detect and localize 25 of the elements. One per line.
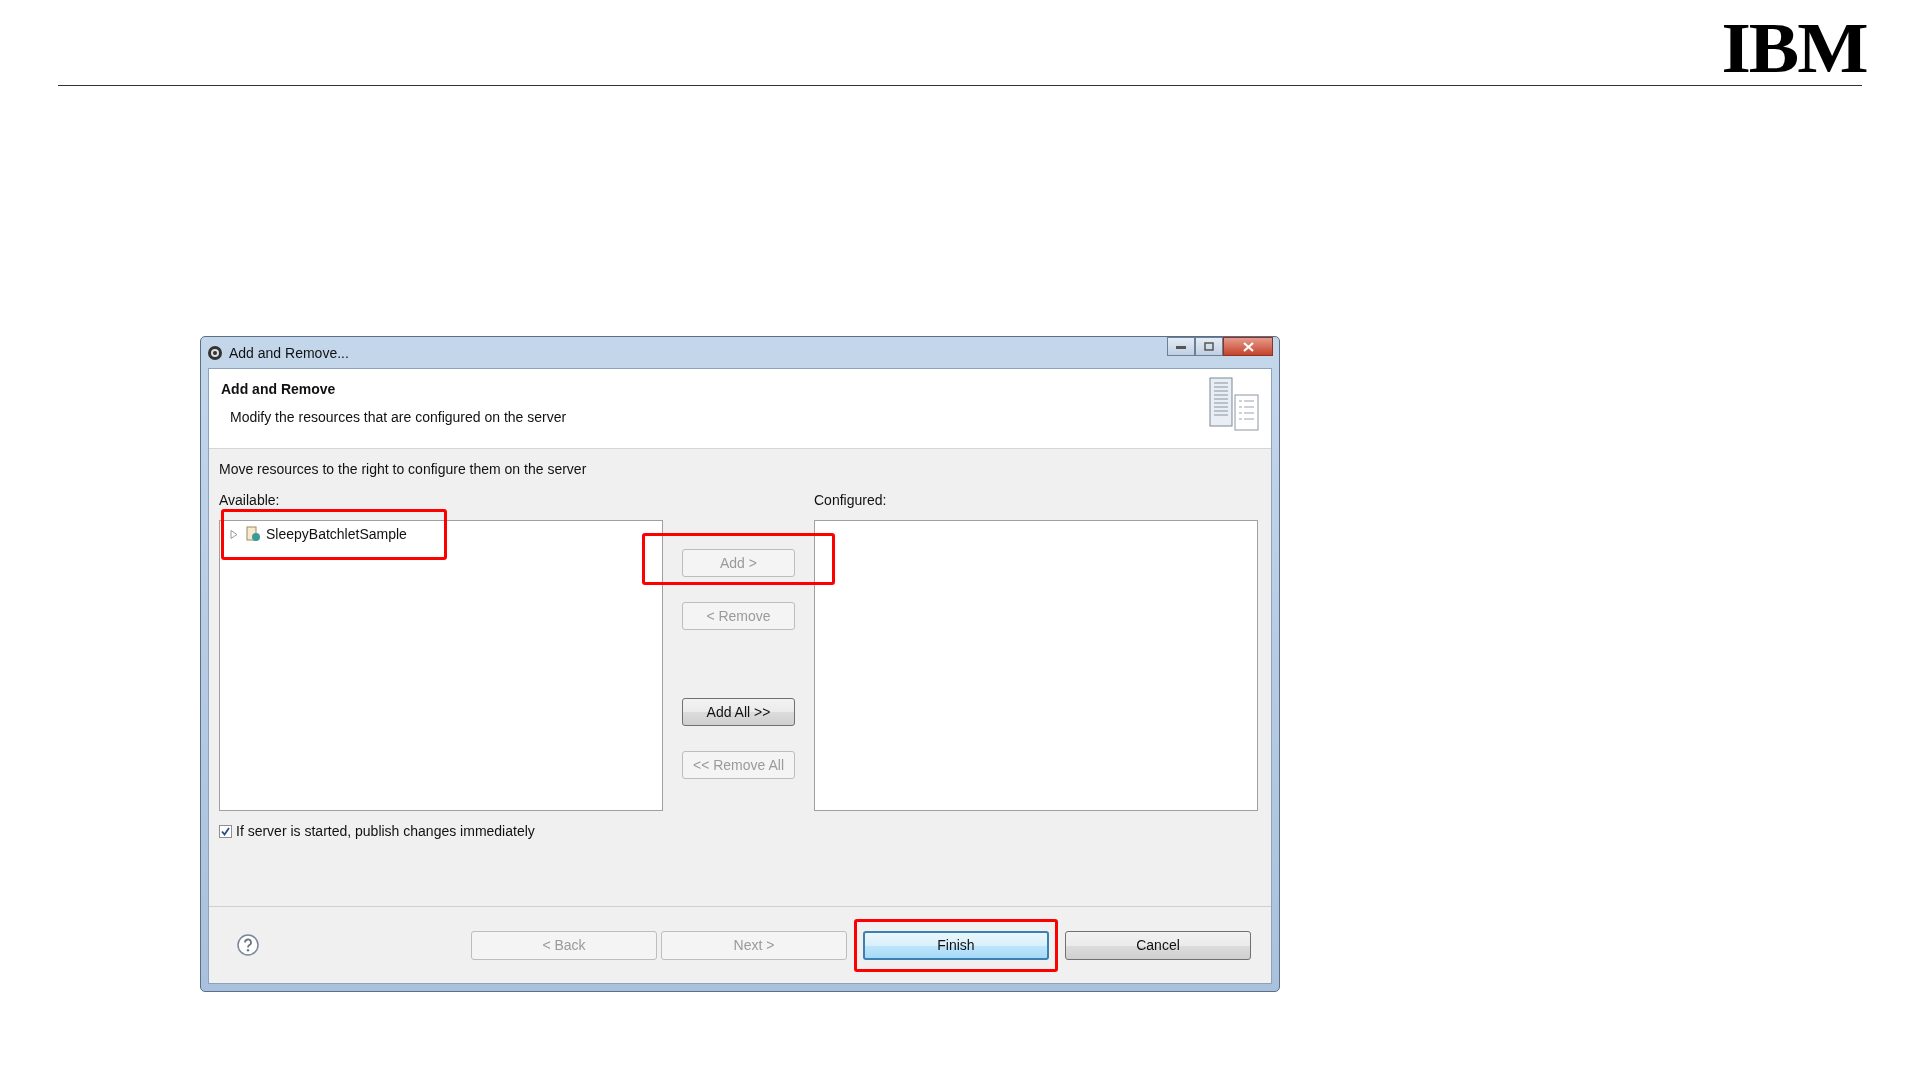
close-button[interactable] (1223, 337, 1273, 356)
checkbox-label: If server is started, publish changes immediately (236, 823, 535, 839)
close-icon (1242, 341, 1254, 352)
window-title: Add and Remove... (229, 344, 349, 361)
dialog-heading: Add and Remove (221, 381, 337, 397)
dialog-button[interactable]: Cancel (1065, 930, 1251, 960)
help-icon[interactable] (237, 934, 259, 956)
item-label: SleepyBatchletSample (266, 526, 407, 542)
dialog-description: Modify the resources that are configured on the server (230, 409, 567, 425)
tree-item[interactable]: SleepyBatchletSample (224, 524, 444, 544)
configured-label: Configured: (814, 491, 888, 510)
server-icon (1209, 377, 1259, 431)
transfer-button[interactable]: Add All >> (682, 698, 795, 726)
instruction-text: Move resources to the right to configure them on the server (219, 461, 588, 477)
project-icon (245, 526, 261, 542)
maximize-icon (1204, 342, 1214, 351)
minimize-button[interactable] (1167, 337, 1195, 356)
logo: IBM (1721, 18, 1867, 78)
available-list[interactable]: SleepyBatchletSample (219, 520, 663, 811)
available-label: Available: (219, 491, 281, 510)
dialog-button[interactable]: Finish (863, 930, 1049, 960)
minimize-icon (1176, 344, 1186, 349)
checkbox[interactable] (219, 824, 232, 838)
expand-arrow-icon[interactable] (230, 529, 238, 539)
maximize-button[interactable] (1195, 337, 1223, 356)
